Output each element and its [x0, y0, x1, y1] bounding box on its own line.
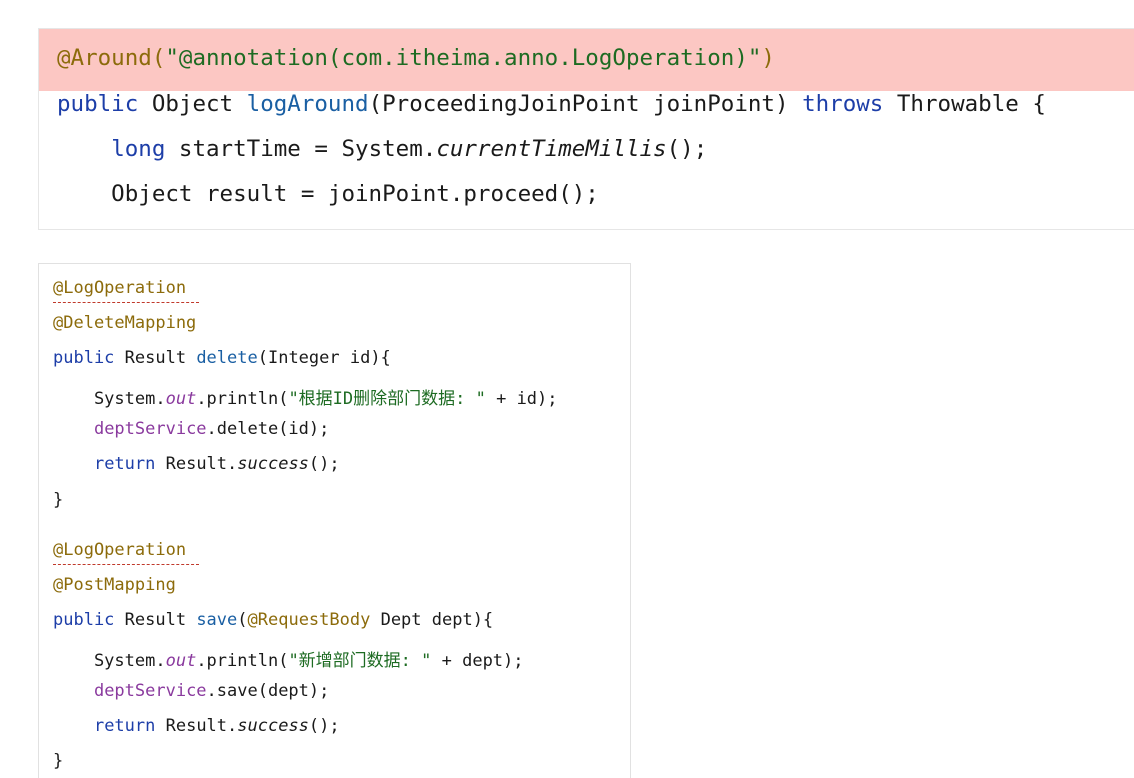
keyword-token: return [93, 454, 156, 474]
aspect-code-block: @Around("@annotation(com.itheima.anno.Lo… [38, 28, 1134, 230]
code-line-annotation: @LogOperation [53, 278, 186, 298]
controller-code-block: @LogOperation @DeleteMapping public Resu… [38, 263, 631, 778]
code-token: + id); [485, 389, 558, 409]
code-line-proceed: Object result = joinPoint.proceed(); [57, 181, 599, 207]
params-token: Dept dept){ [370, 610, 494, 630]
code-token: .println( [196, 389, 289, 409]
code-token: (); [308, 454, 340, 474]
params-token: (Integer id){ [257, 348, 391, 368]
annotation-token: @Around( [57, 45, 166, 71]
type-token: Result [114, 348, 197, 368]
string-token: "根据ID删除部门数据: " [288, 389, 486, 409]
code-line-method-signature: public Result delete(Integer id){ [53, 348, 391, 368]
code-line-println: System.out.println("新增部门数据: " + dept); [53, 646, 524, 671]
code-line-around-annotation: @Around("@annotation(com.itheima.anno.Lo… [57, 45, 775, 71]
error-squiggle [53, 302, 199, 307]
code-token: (); [308, 716, 340, 736]
keyword-token: public [57, 91, 139, 117]
code-token: .println( [196, 651, 289, 671]
code-token: .delete(id); [206, 419, 330, 439]
keyword-token: public [53, 348, 115, 368]
static-method-token: success [237, 454, 309, 474]
code-token: .save(dept); [206, 681, 330, 701]
code-line-service-call: deptService.delete(id); [53, 419, 329, 439]
params-token: (ProceedingJoinPoint joinPoint) [368, 91, 803, 117]
code-line-method-signature: public Object logAround(ProceedingJoinPo… [57, 91, 1046, 117]
code-line-service-call: deptService.save(dept); [53, 681, 329, 701]
field-token: deptService [93, 681, 207, 701]
keyword-token: return [93, 716, 156, 736]
method-name-token: save [196, 610, 238, 630]
type-token: Object [138, 91, 247, 117]
error-squiggle [53, 564, 199, 569]
code-token: Result. [155, 716, 238, 736]
annotation-token: @RequestBody [247, 610, 371, 630]
type-token: Throwable { [883, 91, 1046, 117]
code-token: (); [666, 136, 708, 162]
code-token: startTime = System. [165, 136, 437, 162]
annotation-token: ) [761, 45, 775, 71]
code-line-annotation: @LogOperation [53, 540, 186, 560]
code-token: + dept); [431, 651, 524, 671]
method-name-token: logAround [246, 91, 369, 117]
code-token: System. [53, 389, 166, 409]
code-line-annotation: @DeleteMapping [53, 313, 196, 333]
code-line-annotation: @PostMapping [53, 575, 176, 595]
method-name-token: delete [196, 348, 258, 368]
code-line-return: return Result.success(); [53, 716, 340, 736]
keyword-token: public [53, 610, 115, 630]
code-line-start-time: long startTime = System.currentTimeMilli… [57, 136, 707, 162]
code-line-return: return Result.success(); [53, 454, 340, 474]
static-field-token: out [165, 389, 197, 409]
annotation-token: @PostMapping [53, 575, 176, 595]
string-token: "新增部门数据: " [288, 651, 432, 671]
code-line-println: System.out.println("根据ID删除部门数据: " + id); [53, 384, 558, 409]
type-token: Result [114, 610, 197, 630]
static-method-token: success [237, 716, 309, 736]
static-method-token: currentTimeMillis [436, 136, 667, 162]
annotation-token: @DeleteMapping [53, 313, 197, 333]
code-line-brace: } [53, 751, 64, 771]
code-token: Result. [155, 454, 238, 474]
code-line-method-signature: public Result save(@RequestBody Dept dep… [53, 610, 493, 630]
code-line-brace: } [53, 490, 64, 510]
field-token: deptService [93, 419, 207, 439]
keyword-token: long [111, 136, 166, 162]
keyword-token: throws [802, 91, 884, 117]
string-token: "@annotation(com.itheima.anno.LogOperati… [165, 45, 762, 71]
annotation-token: @LogOperation [53, 540, 187, 560]
annotation-token: @LogOperation [53, 278, 187, 298]
static-field-token: out [165, 651, 197, 671]
code-token: ( [237, 610, 248, 630]
code-token: System. [53, 651, 166, 671]
